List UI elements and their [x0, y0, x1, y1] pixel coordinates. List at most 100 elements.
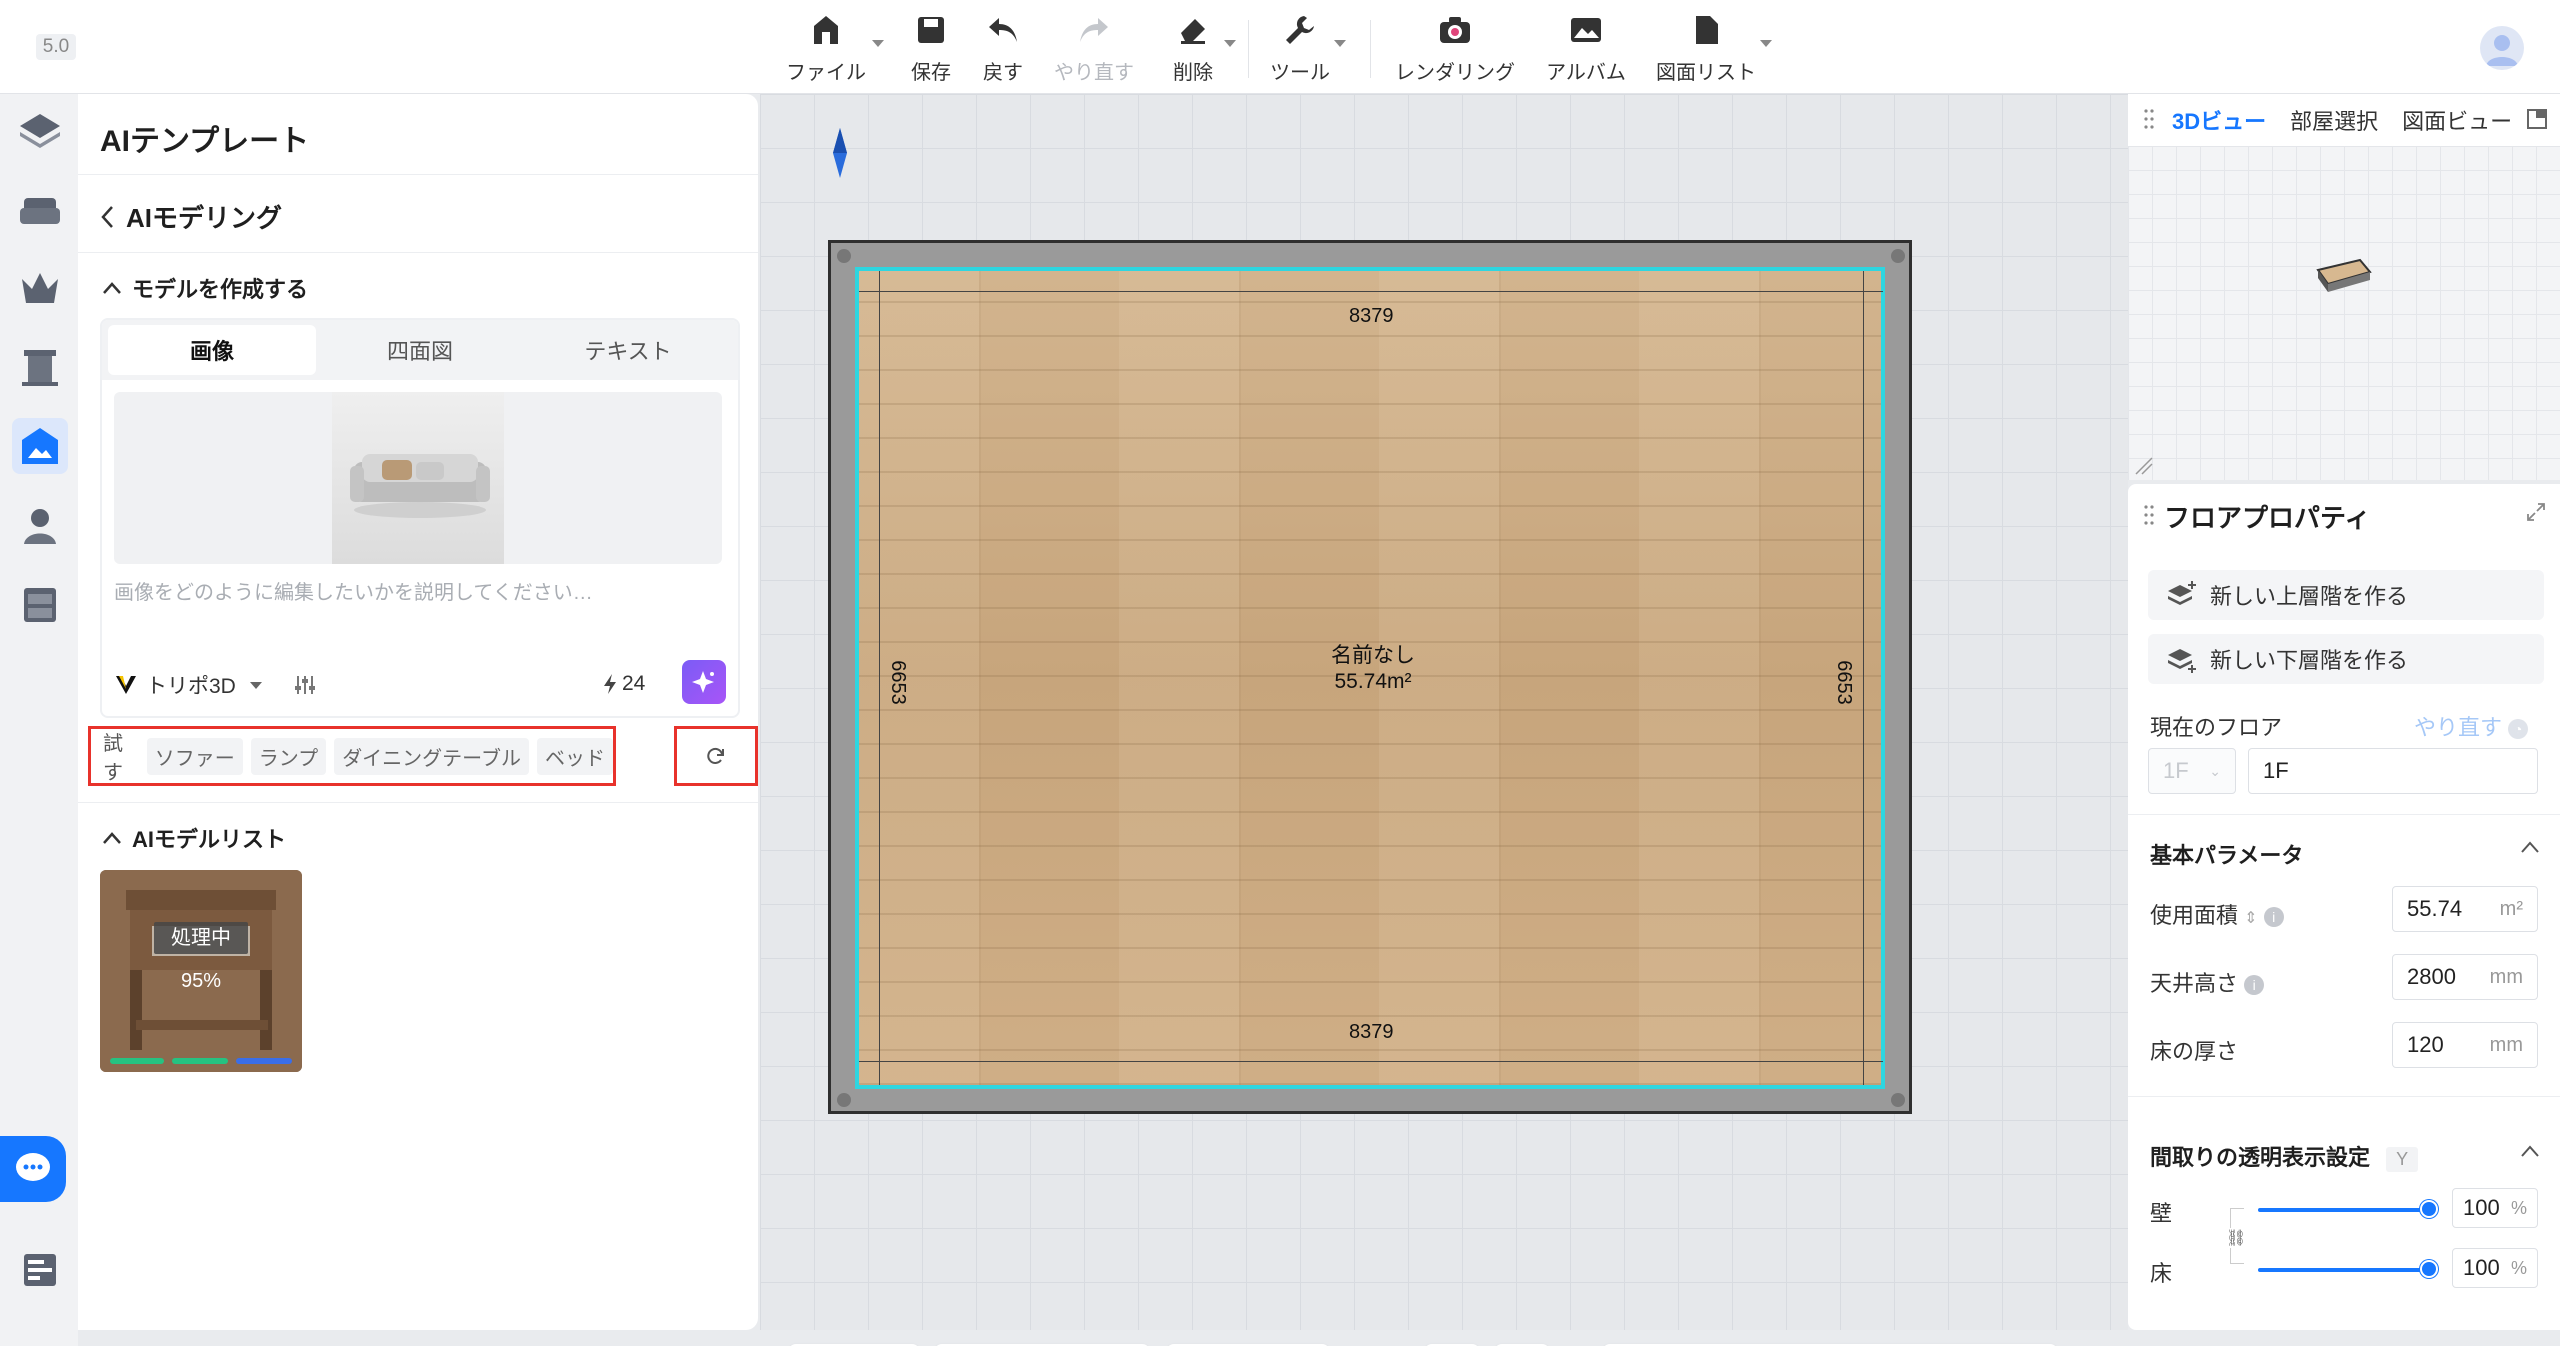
drag-handle-icon[interactable] [2144, 504, 2154, 531]
person-icon [24, 509, 56, 544]
tab-drawing-view[interactable]: 図面ビュー [2402, 104, 2512, 136]
refresh-examples-button[interactable] [674, 726, 758, 786]
door-icon [22, 350, 58, 386]
3d-preview[interactable] [2128, 146, 2560, 480]
model-selector[interactable]: トリポ3D [114, 670, 318, 700]
ai-model-list-header[interactable]: AIモデルリスト [102, 822, 286, 854]
tab-four-view[interactable]: 四面図 [316, 325, 524, 375]
room-walls[interactable]: 8379 8379 6653 6653 名前なし 55.74m² [828, 240, 1912, 1114]
file-button[interactable]: ファイル [784, 10, 884, 90]
redo-link[interactable]: やり直す ◔ [2414, 710, 2529, 742]
popout-icon[interactable] [2526, 108, 2548, 135]
redo-button[interactable]: やり直す [1052, 10, 1136, 90]
rail-item-doors[interactable] [12, 340, 68, 396]
floor-opacity-slider[interactable] [2258, 1268, 2428, 1272]
usable-area-input[interactable]: 55.74 m² [2392, 886, 2538, 932]
save-button[interactable]: 保存 [906, 10, 956, 90]
layers-icon [20, 114, 60, 148]
floor-thickness-label: 床の厚さ [2150, 1039, 2239, 1064]
rail-item-premium[interactable] [12, 260, 68, 316]
info-icon[interactable]: i [2263, 907, 2284, 928]
rail-item-ai-template[interactable] [12, 418, 68, 474]
document-icon [1692, 10, 1720, 50]
link-icon[interactable]: ⛓ [2226, 1228, 2247, 1248]
rail-item-furniture[interactable] [12, 184, 68, 240]
floor-thickness-input[interactable]: 120 mm [2392, 1022, 2538, 1068]
chevron-up-icon [103, 832, 121, 844]
3d-room-model [2316, 258, 2372, 292]
wall-opacity-input[interactable]: 100 % [2452, 1188, 2538, 1228]
view-panel: 3Dビュー 部屋選択 図面ビュー [2128, 94, 2560, 480]
panel-title: フロアプロパティ [2164, 503, 2371, 533]
image-upload-area[interactable] [114, 392, 722, 564]
progress-segment [236, 1058, 292, 1064]
user-icon [2486, 35, 2518, 66]
wall-opacity-slider[interactable] [2258, 1208, 2428, 1212]
sliders-icon[interactable] [292, 674, 318, 696]
room-area-label: 55.74m² [1334, 670, 1412, 693]
floor-name-input[interactable]: 1F [2248, 748, 2538, 794]
rail-item-settings[interactable] [12, 1242, 68, 1298]
toolbar-divider [1248, 20, 1249, 78]
clock-icon: ◔ [2508, 719, 2529, 740]
rail-item-storage[interactable] [12, 578, 68, 634]
tools-button[interactable]: ツール [1270, 10, 1346, 90]
rail-item-user[interactable] [12, 498, 68, 554]
sort-icon[interactable]: ⇕ [2244, 910, 2257, 927]
delete-button[interactable]: 削除 [1166, 10, 1236, 90]
room-name-label: 名前なし [1331, 644, 1415, 667]
transparency-header[interactable]: 間取りの透明表示設定 Y [2150, 1140, 2419, 1172]
generate-button[interactable] [682, 660, 726, 704]
undo-button[interactable]: 戻す [978, 10, 1028, 90]
wall-slider-handle[interactable] [2420, 1200, 2438, 1218]
ai-model-item[interactable]: 処理中 95% [100, 870, 302, 1072]
wrench-icon [1284, 10, 1316, 50]
user-avatar[interactable] [2480, 26, 2524, 70]
cabinet-icon [24, 588, 56, 622]
example-chip-lamp[interactable]: ランプ [250, 737, 327, 775]
info-icon[interactable]: i [2244, 975, 2265, 996]
expand-icon[interactable] [2526, 502, 2546, 527]
processing-status: 処理中 [154, 922, 248, 954]
rail-item-floorplan[interactable] [12, 102, 68, 158]
tab-3d-view[interactable]: 3Dビュー [2172, 104, 2266, 136]
tab-room-select[interactable]: 部屋選択 [2290, 104, 2378, 136]
create-model-section-header[interactable]: モデルを作成する [102, 272, 308, 304]
floorplan-canvas[interactable]: 8379 8379 6653 6653 名前なし 55.74m² 1F 2D 3… [760, 94, 2128, 1346]
wall-corner-handle[interactable] [837, 1093, 851, 1107]
wall-label: 壁 [2150, 1201, 2173, 1226]
divider [78, 252, 758, 253]
floor-slider-handle[interactable] [2420, 1260, 2438, 1278]
edit-description-input[interactable]: 画像をどのように編集したいかを説明してください… [114, 576, 593, 605]
wall-corner-handle[interactable] [1891, 249, 1905, 263]
back-to-ai-modeling[interactable]: AIモデリング [100, 198, 282, 235]
current-floor-label: 現在のフロア [2150, 715, 2283, 740]
dimension-bottom: 8379 [1349, 1021, 1394, 1043]
drawing-list-button[interactable]: 図面リスト [1656, 10, 1772, 90]
example-chip-bed[interactable]: ベッド [537, 737, 613, 775]
panel-icon [24, 1254, 56, 1286]
chevron-up-icon[interactable] [2520, 1144, 2540, 1163]
chevron-up-icon[interactable] [2520, 840, 2540, 859]
tab-image[interactable]: 画像 [108, 325, 316, 375]
floor-prefix-select[interactable]: 1F ⌄ [2148, 748, 2236, 794]
version-badge: 5.0 [36, 34, 76, 60]
dimension-top: 8379 [1349, 305, 1394, 327]
basic-params-header[interactable]: 基本パラメータ [2150, 838, 2303, 870]
floor-opacity-input[interactable]: 100 % [2452, 1248, 2538, 1288]
wall-corner-handle[interactable] [837, 249, 851, 263]
chat-button[interactable] [0, 1136, 66, 1202]
album-button[interactable]: アルバム [1544, 10, 1628, 90]
chevron-down-icon [1334, 40, 1346, 47]
wall-corner-handle[interactable] [1891, 1093, 1905, 1107]
uploaded-sofa-image [332, 392, 504, 564]
new-lower-floor-button[interactable]: 新しい下層階を作る [2148, 634, 2544, 684]
rendering-button[interactable]: レンダリング [1395, 10, 1515, 90]
tab-text[interactable]: テキスト [524, 325, 732, 375]
new-upper-floor-button[interactable]: 新しい上層階を作る [2148, 570, 2544, 620]
example-chip-dining-table[interactable]: ダイニングテーブル [334, 737, 529, 775]
ceiling-height-input[interactable]: 2800 mm [2392, 954, 2538, 1000]
example-chip-sofa[interactable]: ソファー [146, 737, 243, 775]
resize-handle-icon[interactable] [2134, 456, 2154, 481]
ai-model-list-label: AIモデルリスト [132, 827, 287, 852]
